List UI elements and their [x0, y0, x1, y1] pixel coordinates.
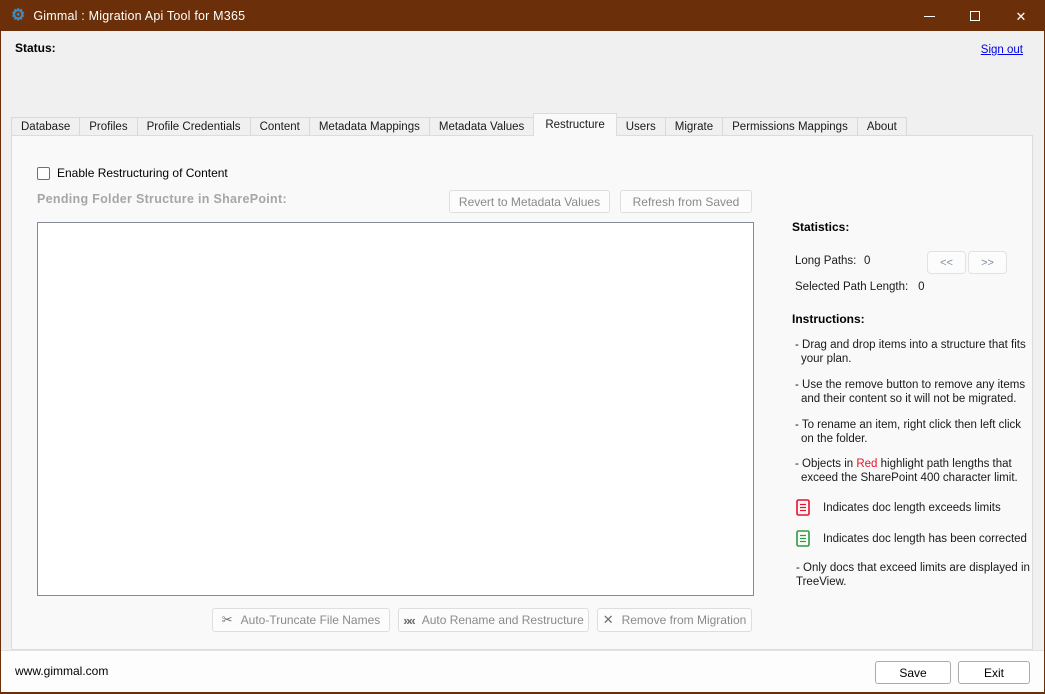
window-controls: ✕: [906, 1, 1044, 31]
maximize-button[interactable]: [952, 1, 998, 31]
sign-out-link[interactable]: Sign out: [981, 44, 1023, 56]
statistics-heading: Statistics:: [792, 220, 1030, 234]
app-window: ⚙ Gimmal : Migration Api Tool for M365 ✕…: [0, 0, 1045, 694]
instruction-treeview-note: - Only docs that exceed limits are displ…: [792, 562, 1034, 589]
pending-folder-structure-label: Pending Folder Structure in SharePoint:: [37, 192, 287, 206]
save-button[interactable]: Save: [875, 661, 951, 684]
checkbox-box-icon: [37, 167, 50, 180]
previous-long-path-button[interactable]: <<: [927, 251, 966, 274]
green-document-icon: [796, 530, 810, 547]
maximize-icon: [970, 11, 980, 21]
right-panel: Statistics: Long Paths: 0 << >> Selected…: [792, 220, 1030, 589]
remove-x-icon: ✕: [603, 612, 614, 628]
legend-green-doc: Indicates doc length has been corrected: [792, 530, 1030, 547]
legend-red-doc: Indicates doc length exceeds limits: [792, 499, 1030, 516]
tab-users[interactable]: Users: [616, 117, 666, 136]
red-document-icon: [796, 499, 810, 516]
enable-restructuring-checkbox[interactable]: Enable Restructuring of Content: [37, 166, 228, 180]
auto-rename-and-restructure-button[interactable]: »« Auto Rename and Restructure: [398, 608, 589, 632]
enable-restructuring-label: Enable Restructuring of Content: [57, 166, 228, 180]
status-label: Status:: [15, 41, 56, 55]
tab-restructure[interactable]: Restructure: [533, 113, 616, 136]
exit-button[interactable]: Exit: [958, 661, 1030, 684]
selected-path-length-label: Selected Path Length:: [795, 281, 908, 293]
tab-about[interactable]: About: [857, 117, 907, 136]
title-bar: ⚙ Gimmal : Migration Api Tool for M365 ✕: [1, 1, 1044, 31]
selected-path-length-row: Selected Path Length: 0: [792, 281, 1030, 293]
tab-permissions-mappings[interactable]: Permissions Mappings: [722, 117, 858, 136]
long-paths-row: Long Paths: 0 << >>: [792, 251, 1030, 275]
remove-from-migration-button[interactable]: ✕ Remove from Migration: [597, 608, 752, 632]
auto-truncate-file-names-button[interactable]: ✂ Auto-Truncate File Names: [212, 608, 390, 632]
remove-from-migration-label: Remove from Migration: [622, 613, 747, 627]
tab-metadata-values[interactable]: Metadata Values: [429, 117, 534, 136]
instruction-red-objects: - Objects in Red highlight path lengths …: [792, 458, 1034, 485]
window-title: Gimmal : Migration Api Tool for M365: [33, 9, 245, 23]
long-paths-value: 0: [864, 255, 870, 267]
minimize-icon: [924, 16, 935, 17]
footer-bar: www.gimmal.com Save Exit: [1, 650, 1044, 692]
long-paths-label: Long Paths:: [795, 255, 856, 267]
close-button[interactable]: ✕: [998, 1, 1044, 31]
instruction-remove-button: - Use the remove button to remove any it…: [792, 379, 1034, 406]
refresh-from-saved-button[interactable]: Refresh from Saved: [620, 190, 752, 213]
app-gear-icon: ⚙: [11, 8, 25, 24]
next-long-path-button[interactable]: >>: [968, 251, 1007, 274]
legend-green-text: Indicates doc length has been corrected: [823, 533, 1027, 545]
tab-content[interactable]: Content: [250, 117, 310, 136]
legend-red-text: Indicates doc length exceeds limits: [823, 502, 1001, 514]
scissors-icon: ✂: [222, 612, 233, 628]
tab-strip: Database Profiles Profile Credentials Co…: [11, 115, 906, 136]
website-url: www.gimmal.com: [15, 664, 108, 678]
revert-to-metadata-values-button[interactable]: Revert to Metadata Values: [449, 190, 610, 213]
instruction-rename: - To rename an item, right click then le…: [792, 419, 1034, 446]
tab-control: Database Profiles Profile Credentials Co…: [11, 113, 1033, 650]
instruction-drag-drop: - Drag and drop items into a structure t…: [792, 339, 1034, 366]
minimize-button[interactable]: [906, 1, 952, 31]
tab-profiles[interactable]: Profiles: [79, 117, 137, 136]
close-icon: ✕: [1016, 10, 1027, 23]
auto-rename-label: Auto Rename and Restructure: [422, 613, 584, 627]
tab-migrate[interactable]: Migrate: [665, 117, 723, 136]
tab-profile-credentials[interactable]: Profile Credentials: [137, 117, 251, 136]
pending-folder-structure-treeview[interactable]: [37, 222, 754, 596]
tab-database[interactable]: Database: [11, 117, 80, 136]
tab-metadata-mappings[interactable]: Metadata Mappings: [309, 117, 430, 136]
red-word: Red: [856, 458, 877, 470]
instructions-heading: Instructions:: [792, 312, 1030, 326]
selected-path-length-value: 0: [918, 281, 924, 293]
restructure-tab-page: Enable Restructuring of Content Pending …: [11, 135, 1033, 650]
auto-truncate-label: Auto-Truncate File Names: [241, 613, 381, 627]
merge-arrows-icon: »«: [403, 613, 413, 628]
